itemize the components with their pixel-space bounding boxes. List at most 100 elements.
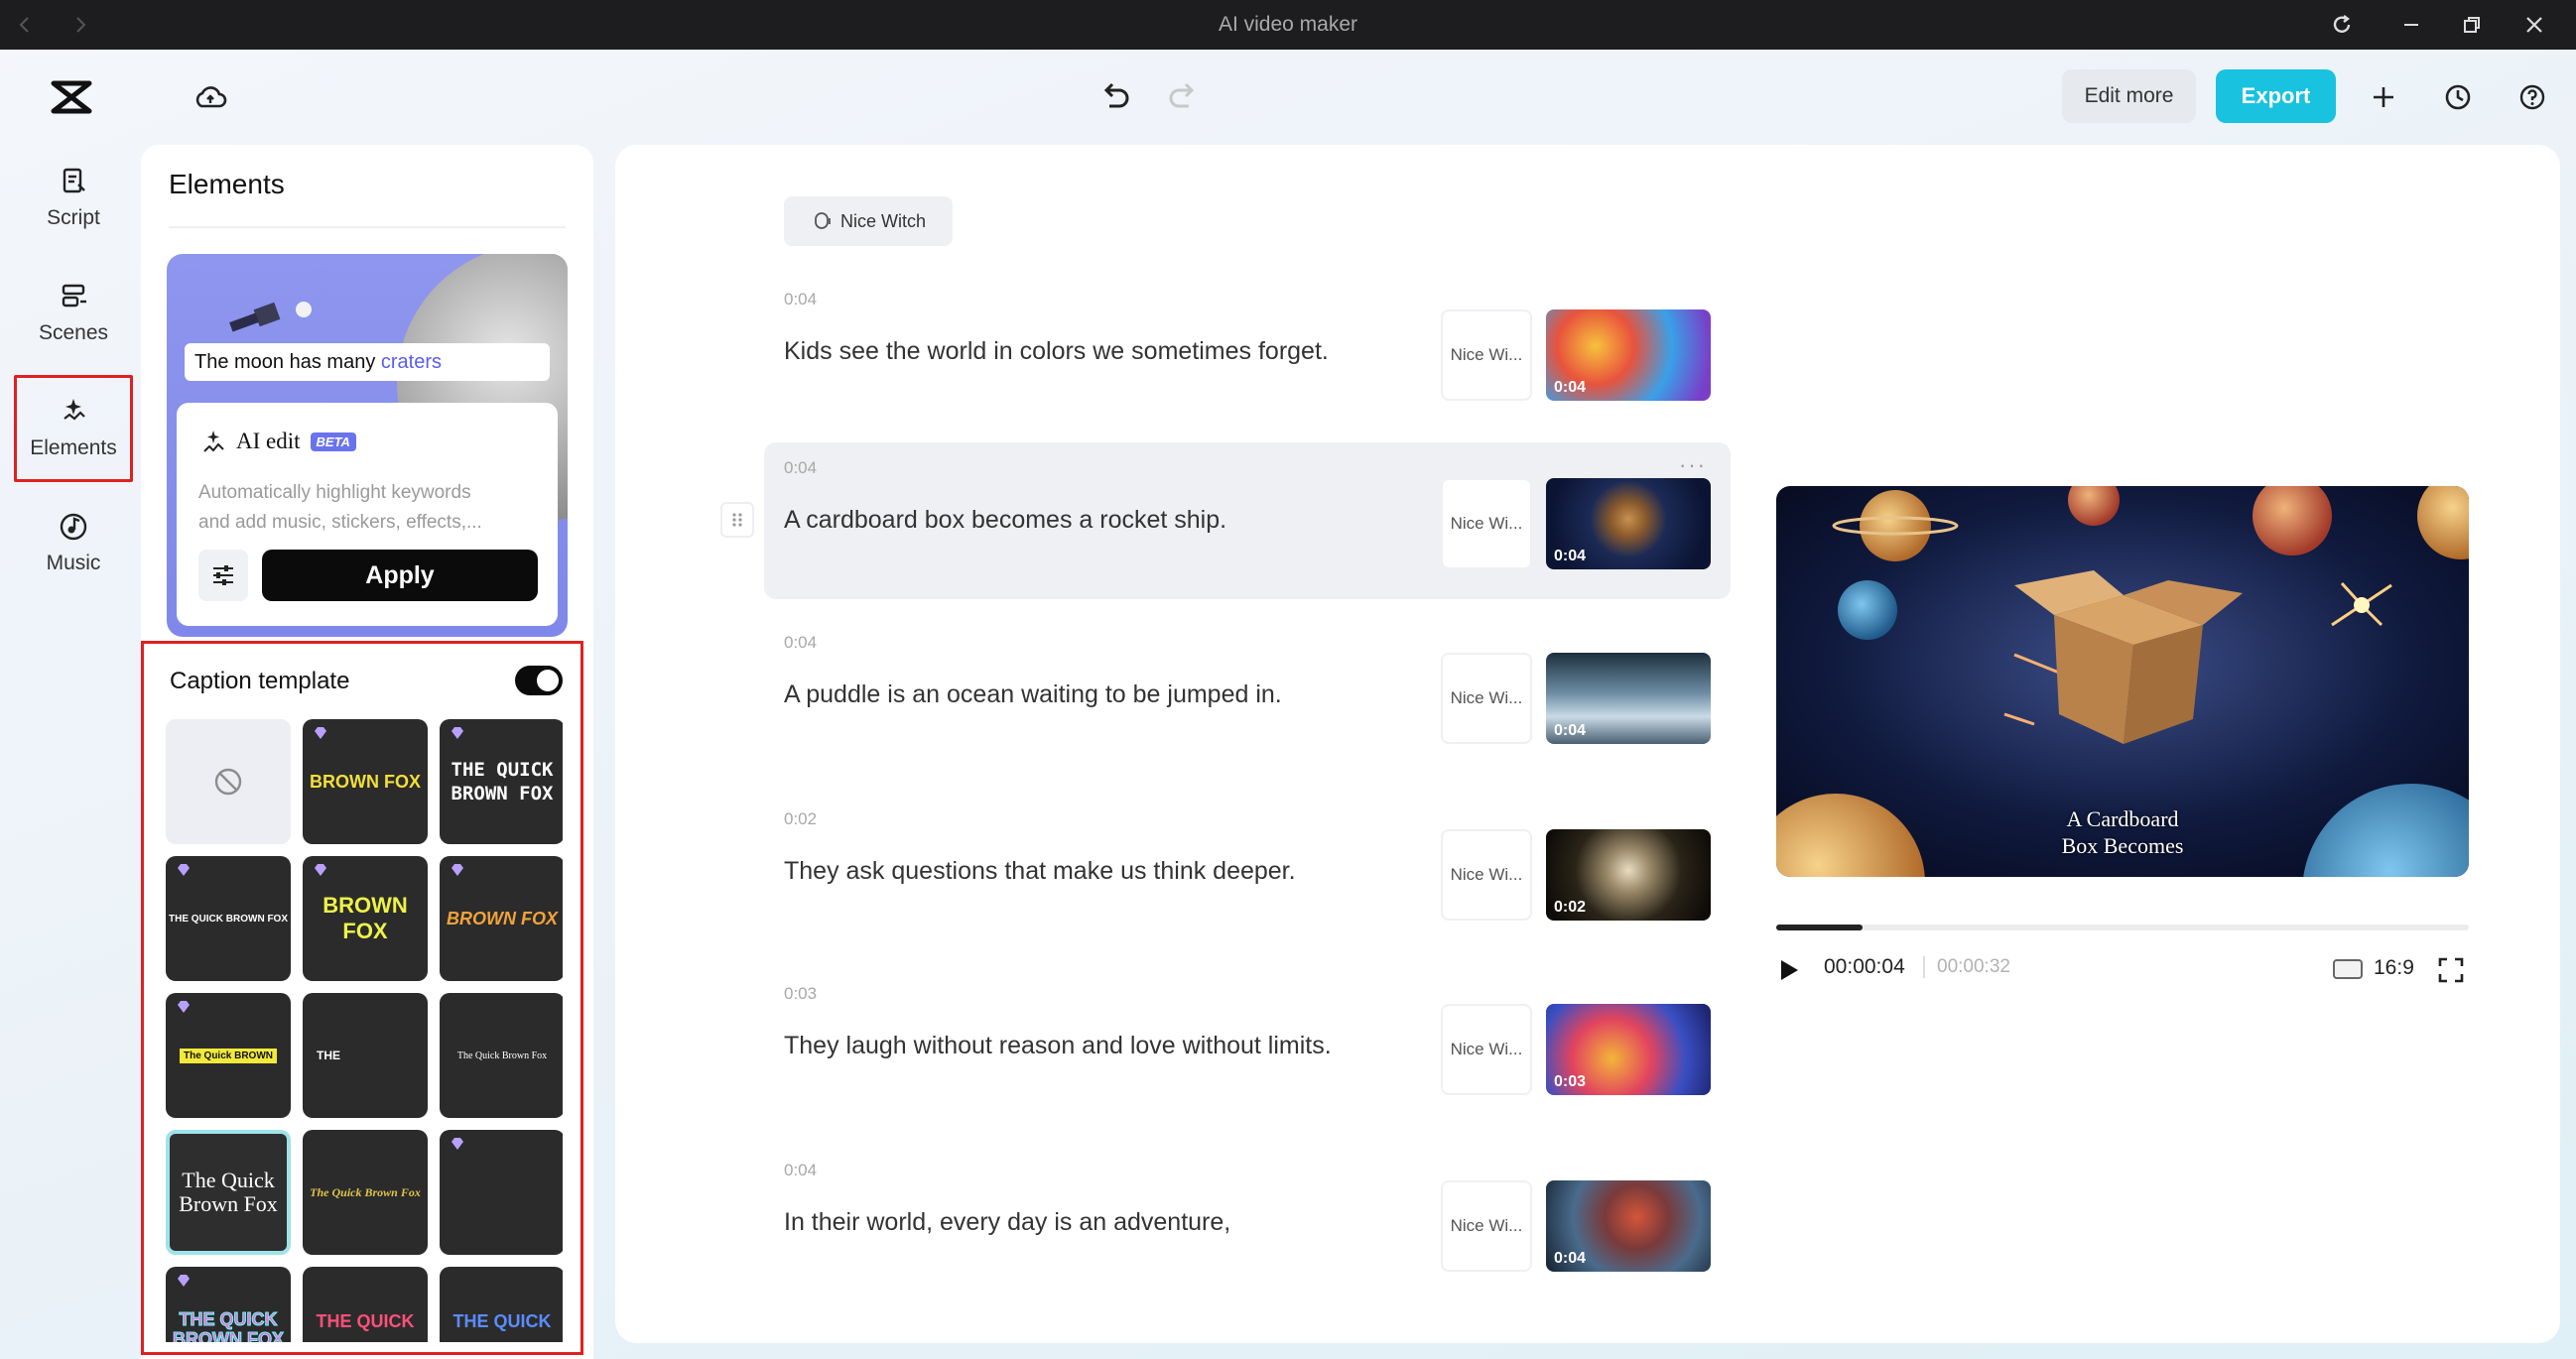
help-icon[interactable] (2511, 75, 2554, 119)
script-segment-selected[interactable]: 0:04 ··· A cardboard box becomes a rocke… (764, 442, 1731, 599)
premium-gem-icon (451, 727, 463, 739)
divider (169, 226, 566, 228)
ai-edit-card: AI edit BETA Automatically highlight key… (177, 403, 558, 626)
cloud-upload-icon[interactable] (189, 75, 232, 119)
caption-tile[interactable]: BROWN FOX (303, 856, 428, 981)
caption-template-title: Caption template (170, 668, 350, 694)
segment-text[interactable]: A cardboard box becomes a rocket ship. (784, 506, 1226, 535)
tile-sample-text: BROWN FOX (322, 893, 408, 943)
edit-more-button[interactable]: Edit more (2062, 69, 2196, 123)
fullscreen-icon[interactable] (2437, 956, 2465, 989)
sidebar-item-label: Scenes (38, 321, 109, 344)
undo-icon[interactable] (1094, 75, 1137, 119)
drag-handle-icon (732, 513, 742, 527)
segment-text[interactable]: They ask questions that make us think de… (784, 857, 1296, 886)
segment-thumbnail[interactable]: 0:04 (1546, 478, 1711, 569)
caption-tile[interactable]: The Quick Brown Fox (440, 993, 563, 1118)
minimize-icon[interactable] (2394, 8, 2428, 42)
caption-template-toggle[interactable] (515, 666, 563, 695)
segment-thumbnail[interactable]: 0:04 (1546, 1180, 1711, 1272)
segment-text[interactable]: Kids see the world in colors we sometime… (784, 337, 1329, 366)
segment-voice[interactable]: Nice Wi... (1441, 1004, 1532, 1095)
segment-text[interactable]: In their world, every day is an adventur… (784, 1208, 1230, 1237)
premium-gem-icon (315, 864, 326, 876)
tile-sample-text: The Quick Brown Fox (456, 1050, 548, 1061)
capcut-logo-icon (50, 75, 93, 119)
video-preview[interactable]: A Cardboard Box Becomes (1776, 486, 2469, 877)
apply-button[interactable]: Apply (262, 550, 538, 601)
segment-thumbnail[interactable]: 0:04 (1546, 309, 1711, 401)
add-icon[interactable] (2362, 75, 2405, 119)
caption-tile[interactable]: BROWN FOX (440, 856, 563, 981)
caption-tile-none[interactable] (166, 719, 291, 844)
sidebar-item-music[interactable]: Music (14, 490, 133, 597)
segment-voice[interactable]: Nice Wi... (1441, 653, 1532, 744)
sidebar-item-scenes[interactable]: Scenes (14, 260, 133, 367)
close-icon[interactable] (2517, 8, 2551, 42)
voice-selector[interactable]: Nice Witch (784, 196, 953, 246)
caption-tile[interactable]: THE QUICK (440, 1267, 563, 1342)
tile-sample-text: THE (317, 1049, 340, 1062)
segment-text[interactable]: They laugh without reason and love witho… (784, 1032, 1332, 1060)
segment-duration: 0:04 (784, 633, 818, 652)
time-divider (1923, 956, 1925, 978)
caption-tile[interactable]: The Quick BROWN (166, 993, 291, 1118)
music-icon (60, 513, 87, 541)
sidebar-item-elements[interactable]: Elements (14, 375, 133, 482)
caption-tile[interactable]: THE QUICK BROWN FOX (166, 856, 291, 981)
thumbnail-duration: 0:02 (1554, 899, 1587, 916)
script-segment[interactable]: 0:04 Kids see the world in colors we som… (764, 274, 1731, 431)
tile-sample-text: BROWN FOX (447, 908, 558, 928)
script-segment[interactable]: 0:04 In their world, every day is an adv… (764, 1145, 1731, 1301)
redo-icon[interactable] (1161, 75, 1205, 119)
ai-edit-settings-button[interactable] (198, 550, 248, 601)
restore-icon[interactable] (2455, 8, 2489, 42)
premium-gem-icon (178, 864, 190, 876)
caption-tile[interactable]: THE QUICK BROWN FOX (440, 719, 563, 844)
caption-tile[interactable]: THE QUICK (303, 1267, 428, 1342)
caption-keyword: craters (380, 351, 443, 373)
aspect-ratio-icon[interactable] (2332, 958, 2364, 985)
play-icon[interactable] (1778, 958, 1800, 987)
segment-thumbnail[interactable]: 0:03 (1546, 1004, 1711, 1095)
caption-tile[interactable]: THE QUICK BROWN FOX (166, 1267, 291, 1342)
aspect-ratio-label[interactable]: 16:9 (2374, 956, 2414, 980)
export-button[interactable]: Export (2216, 69, 2336, 123)
segment-thumbnail[interactable]: 0:04 (1546, 653, 1711, 744)
preview-caption: Box Becomes (2061, 833, 2184, 858)
thumbnail-duration: 0:04 (1554, 1250, 1587, 1267)
tile-sample-text: THE QUICK BROWN FOX (169, 913, 288, 925)
elements-icon (64, 399, 85, 421)
title-bar: AI video maker (0, 0, 2576, 50)
caption-template-grid: BROWN FOX THE QUICK BROWN FOX THE QUICK … (166, 719, 563, 1342)
script-segment[interactable]: 0:02 They ask questions that make us thi… (764, 794, 1731, 950)
script-segment[interactable]: 0:03 They laugh without reason and love … (764, 968, 1731, 1125)
caption-tile[interactable]: The Quick Brown Fox (303, 1130, 428, 1255)
ai-edit-description: Automatically highlight keywords and add … (198, 478, 536, 538)
drag-handle[interactable] (720, 502, 754, 538)
window-title: AI video maker (1218, 13, 1358, 36)
script-segment[interactable]: 0:04 A puddle is an ocean waiting to be … (764, 617, 1731, 774)
segment-voice[interactable]: Nice Wi... (1441, 829, 1532, 921)
toggle-knob (537, 670, 559, 691)
more-options-icon[interactable]: ··· (1679, 452, 1707, 478)
caption-tile[interactable]: THE (303, 993, 428, 1118)
segment-duration: 0:04 (784, 1161, 818, 1179)
history-icon[interactable] (2436, 75, 2480, 119)
caption-tile[interactable]: BROWN FOX (303, 719, 428, 844)
refresh-icon[interactable] (2325, 8, 2359, 42)
sidebar-item-label: Music (46, 552, 101, 574)
playback-progress-bar[interactable] (1776, 925, 2469, 930)
segment-text[interactable]: A puddle is an ocean waiting to be jumpe… (784, 680, 1282, 709)
segment-voice[interactable]: Nice Wi... (1441, 309, 1532, 401)
segment-voice[interactable]: Nice Wi... (1441, 1180, 1532, 1272)
tile-sample-text: THE QUICK (316, 1311, 415, 1331)
segment-thumbnail[interactable]: 0:02 (1546, 829, 1711, 921)
ai-edit-label: AI edit (236, 429, 301, 453)
segment-voice[interactable]: Nice Wi... (1441, 478, 1532, 569)
tile-sample-text: The Quick Brown Fox (179, 1168, 278, 1216)
caption-tile-selected[interactable]: The Quick Brown Fox (166, 1130, 291, 1255)
caption-tile[interactable] (440, 1130, 563, 1255)
segment-duration: 0:02 (784, 809, 818, 828)
sidebar-item-script[interactable]: Script (14, 145, 133, 252)
